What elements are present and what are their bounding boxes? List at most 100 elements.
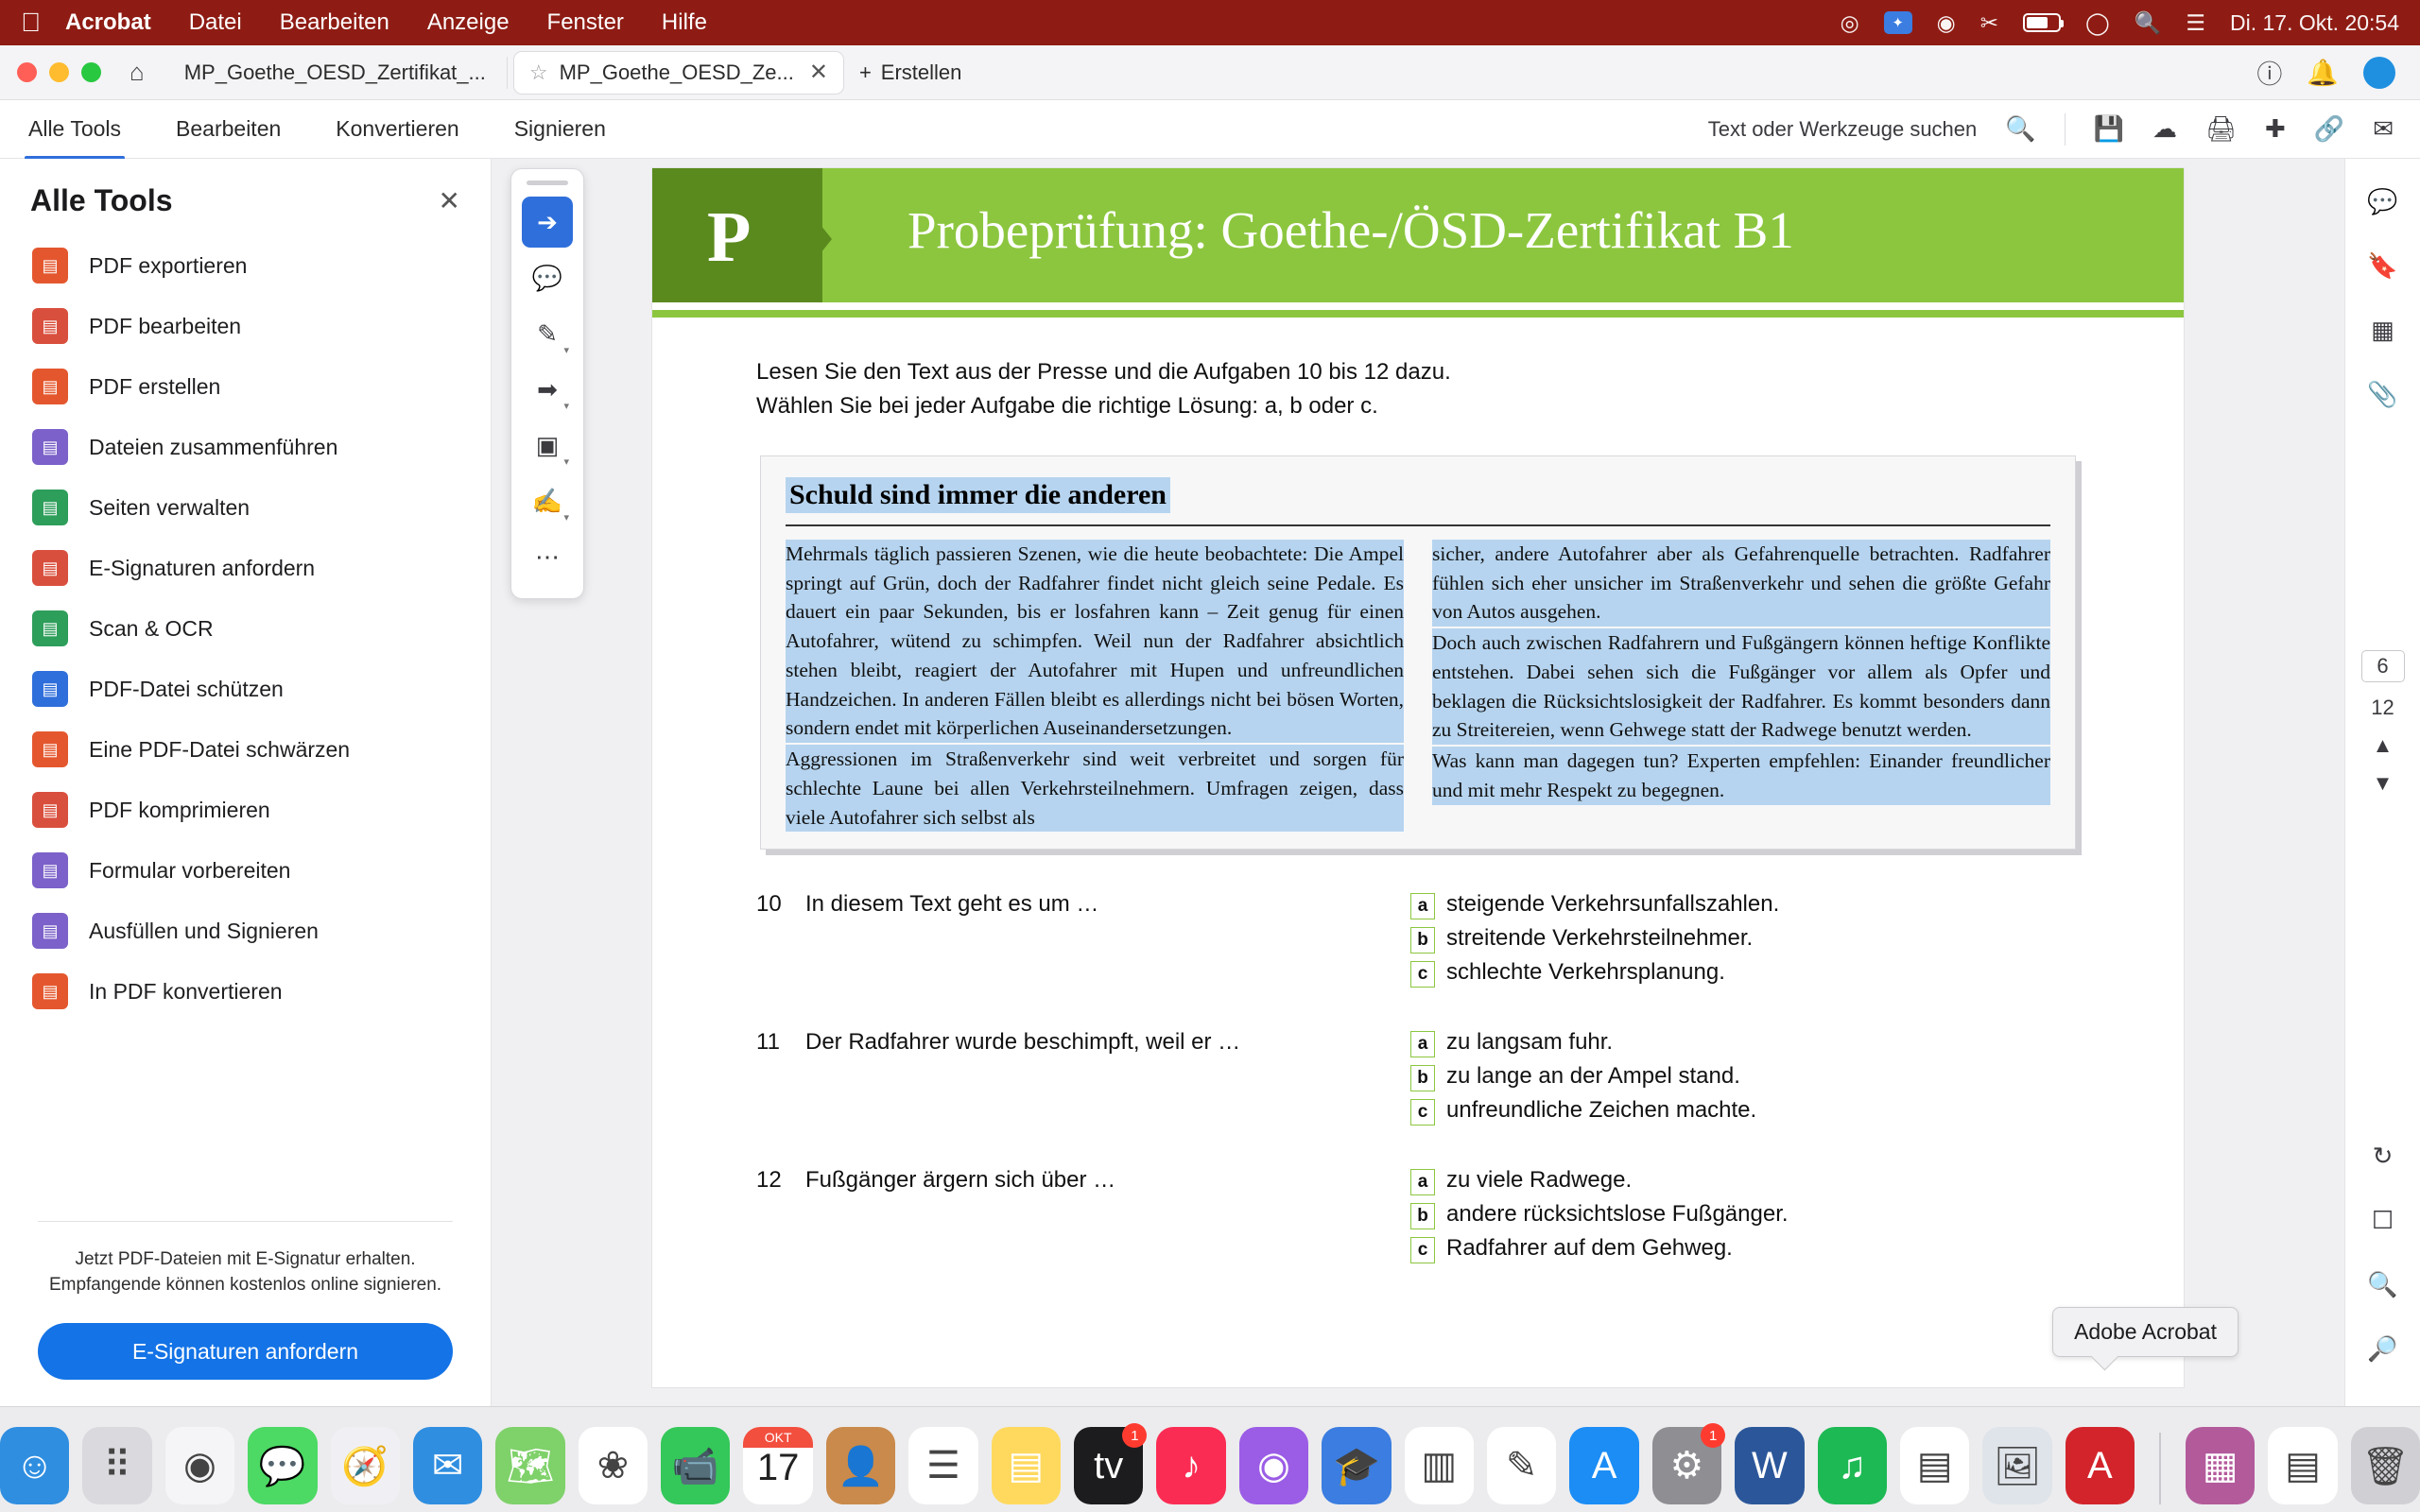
add-comment-icon[interactable]: 💬 [522,252,573,303]
menu-item-bearbeiten[interactable]: Bearbeiten [280,9,389,36]
option-key-box[interactable]: b [1410,927,1435,954]
bell-icon[interactable]: 🔔 [2307,58,2339,88]
dock-item-safari[interactable]: 🧭 [330,1427,400,1504]
maximize-window-button[interactable] [81,62,101,82]
option-row[interactable]: b zu lange an der Ampel stand. [1410,1063,2080,1092]
bookmark-icon[interactable]: 🔖 [2361,244,2405,287]
sidebar-item-7[interactable]: ▤ PDF-Datei schützen [0,659,491,719]
dock-item-apple-tv[interactable]: tv 1 [1074,1423,1148,1504]
rotate-icon[interactable]: ↻ [2361,1134,2405,1177]
dock-item-launchpad[interactable]: ⠿ [82,1427,152,1504]
dock-item-app-store[interactable]: A [1569,1427,1639,1504]
more-tools-icon[interactable]: ⋯ [522,531,573,582]
current-page-field[interactable]: 6 [2360,650,2405,682]
mail-icon[interactable]: ✉ [2373,114,2394,144]
sidebar-item-5[interactable]: ▤ E-Signaturen anfordern [0,538,491,598]
option-row[interactable]: a zu langsam fuhr. [1410,1029,2080,1058]
select-cursor-icon[interactable]: ➔ [522,197,573,248]
menu-item-anzeige[interactable]: Anzeige [427,9,510,36]
option-row[interactable]: c Radfahrer auf dem Gehweg. [1410,1235,2080,1264]
document-viewer[interactable]: ➔ 💬 ✎ ▾ ➡ ▾ ▣ ▾ ✍ ▾ ⋯ P Probeprüfung: Goethe… [492,159,2344,1406]
menu-app-name[interactable]: Acrobat [65,9,151,36]
dock-item-pages[interactable]: ✎ [1486,1427,1557,1504]
add-stamp-icon[interactable]: ✚ [2265,114,2286,144]
dock-item-contacts[interactable]: 👤 [825,1427,896,1504]
sidebar-item-12[interactable]: ▤ In PDF konvertieren [0,961,491,1022]
save-icon[interactable]: 💾 [2094,114,2124,144]
help-icon[interactable]: ⓘ [2256,54,2282,91]
dock-item-documents-stack[interactable]: ▤ [2268,1427,2338,1504]
dock-item-word[interactable]: W [1735,1427,1805,1504]
dock-item-system-settings[interactable]: ⚙ 1 [1651,1423,1726,1504]
tab-konvertieren[interactable]: Konvertieren [334,116,460,142]
comment-icon[interactable]: 💬 [2361,180,2405,223]
zoom-in-icon[interactable]: 🔍 [2361,1263,2405,1306]
record-icon[interactable]: ◎ [1841,10,1859,36]
sidebar-item-9[interactable]: ▤ PDF komprimieren [0,780,491,840]
account-avatar[interactable] [2363,56,2395,89]
dock-item-trash[interactable]: 🗑 [2350,1427,2420,1504]
option-key-box[interactable]: c [1410,1099,1435,1126]
dock-item-textedit[interactable]: ▤ [1899,1427,1970,1504]
pdf-page[interactable]: P Probeprüfung: Goethe-/ÖSD-Zertifikat B… [652,168,2184,1387]
dock-item-photos[interactable]: ❀ [578,1427,648,1504]
wifi-icon[interactable]: ◯ [2085,10,2110,36]
option-row[interactable]: a zu viele Radwege. [1410,1167,2080,1196]
dock-item-app-store-edu[interactable]: 🎓 [1322,1427,1392,1504]
tab-alle-tools[interactable]: Alle Tools [24,116,126,160]
search-icon[interactable]: 🔍 [2005,114,2035,144]
page-down-icon[interactable]: ▼ [2345,771,2420,796]
scissors-icon[interactable]: ✂ [1980,10,1998,36]
dock-item-downloads-stack[interactable]: ▦ [2185,1427,2256,1504]
document-tab-2[interactable]: ☆ MP_Goethe_OESD_Ze... ✕ [512,50,844,94]
document-tab-1[interactable]: MP_Goethe_OESD_Zertifikat_... [169,51,501,94]
dock-item-acrobat[interactable]: A [2065,1427,2135,1504]
add-text-box-icon[interactable]: ▣ ▾ [522,420,573,471]
option-key-box[interactable]: a [1410,1031,1435,1058]
floating-tool-palette[interactable]: ➔ 💬 ✎ ▾ ➡ ▾ ▣ ▾ ✍ ▾ ⋯ [510,168,584,599]
star-icon[interactable]: ☆ [529,60,548,85]
draw-freehand-icon[interactable]: ➡ ▾ [522,364,573,415]
dock-item-maps[interactable]: 🗺 [495,1427,565,1504]
sidebar-item-10[interactable]: ▤ Formular vorbereiten [0,840,491,901]
zoom-out-icon[interactable]: 🔎 [2361,1327,2405,1370]
signature-icon[interactable]: ✍ ▾ [522,475,573,526]
sidebar-item-11[interactable]: ▤ Ausfüllen und Signieren [0,901,491,961]
menu-item-hilfe[interactable]: Hilfe [662,9,707,36]
minimize-window-button[interactable] [49,62,69,82]
window-controls[interactable] [17,62,101,82]
sidebar-item-2[interactable]: ▤ PDF erstellen [0,356,491,417]
dock-item-music[interactable]: ♪ [1156,1427,1226,1504]
sidebar-item-6[interactable]: ▤ Scan & OCR [0,598,491,659]
home-icon[interactable]: ⌂ [130,58,145,87]
dock-item-chrome[interactable]: ◉ [164,1427,235,1504]
dropbox-icon[interactable]: ✦ [1883,11,1912,34]
apple-logo-icon[interactable]:  [21,9,41,36]
option-row[interactable]: c unfreundliche Zeichen machte. [1410,1097,2080,1126]
option-row[interactable]: b streitende Verkehrsteilnehmer. [1410,925,2080,954]
menu-item-fenster[interactable]: Fenster [547,9,624,36]
close-tab-icon[interactable]: ✕ [809,59,828,86]
close-window-button[interactable] [17,62,37,82]
tab-bearbeiten[interactable]: Bearbeiten [174,116,283,142]
dock-item-preview[interactable]: 🖼 [1982,1427,2052,1504]
menu-item-datei[interactable]: Datei [189,9,242,36]
dock-item-spotify[interactable]: ♫ [1817,1427,1887,1504]
attachments-icon[interactable]: 📎 [2361,372,2405,416]
control-center-icon[interactable]: ☰ [2186,10,2205,36]
option-key-box[interactable]: a [1410,893,1435,920]
tab-signieren[interactable]: Signieren [512,116,608,142]
dock-item-messages[interactable]: 💬 [248,1427,318,1504]
shield-icon[interactable]: ◉ [1937,10,1956,36]
option-key-box[interactable]: b [1410,1203,1435,1230]
dock-item-facetime[interactable]: 📹 [661,1427,731,1504]
palette-drag-handle[interactable] [527,180,568,185]
option-key-box[interactable]: b [1410,1065,1435,1092]
dock-item-calendar[interactable]: OKT 17 [743,1427,813,1504]
dock-item-mail[interactable]: ✉ [412,1427,483,1504]
option-key-box[interactable]: c [1410,1237,1435,1264]
option-row[interactable]: c schlechte Verkehrsplanung. [1410,959,2080,988]
search-icon[interactable]: 🔍 [2135,10,2162,36]
print-icon[interactable]: 🖨 [2205,114,2237,144]
dock-item-podcasts[interactable]: ◉ [1238,1427,1309,1504]
